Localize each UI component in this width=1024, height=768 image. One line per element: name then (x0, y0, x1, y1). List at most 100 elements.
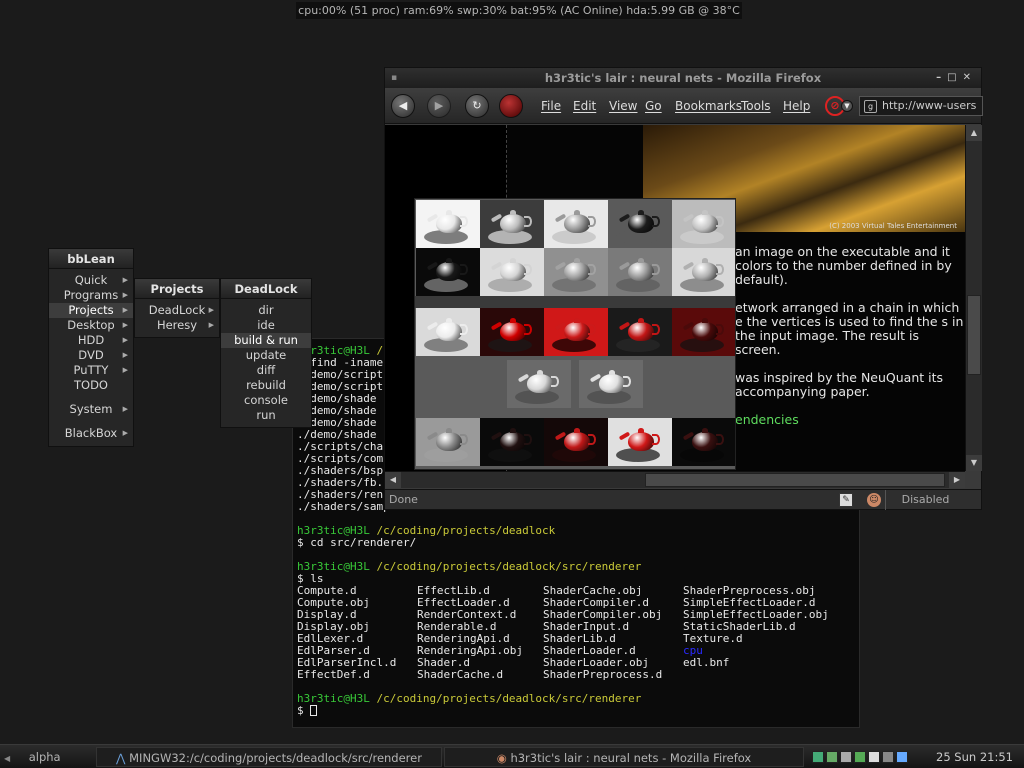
teapot-render (416, 248, 480, 296)
menu-item-label: TODO (74, 378, 108, 392)
menu-item-update[interactable]: update (221, 348, 311, 363)
tray-app-icon[interactable] (854, 751, 866, 763)
menu-item-blackbox[interactable]: BlackBox ▶ (49, 426, 133, 441)
window-title: h3r3tic's lair : neural nets - Mozilla F… (544, 71, 822, 85)
menu-item-todo[interactable]: TODO (49, 378, 133, 393)
workspace-label[interactable]: ◀ alpha (4, 747, 84, 767)
forward-icon[interactable]: ▶ (427, 94, 451, 118)
system-status-bar: cpu:00% (51 proc) ram:69% swp:30% bat:95… (296, 2, 742, 19)
horizontal-scrollbar[interactable]: ◀ ▶ (385, 471, 965, 488)
chevron-down-icon[interactable]: ▼ (841, 100, 853, 112)
menu-item-label: Projects (68, 303, 114, 317)
teapot-body (500, 262, 526, 281)
teapot-handle (652, 264, 660, 275)
scroll-up-icon[interactable]: ▲ (966, 125, 982, 141)
menu-item-label: console (244, 393, 288, 407)
menu-go[interactable]: Go (645, 88, 662, 124)
url-bar[interactable]: g http://www-users (859, 96, 983, 116)
teapot-render (480, 200, 544, 248)
menu-title: Projects (135, 279, 219, 299)
menu-item-dir[interactable]: dir (221, 303, 311, 318)
back-icon[interactable]: ◀ (391, 94, 415, 118)
minimize-icon[interactable]: – (936, 72, 947, 83)
menu-item-label: ide (257, 318, 275, 332)
tray-monitor-icon[interactable] (840, 751, 852, 763)
menu-item-diff[interactable]: diff (221, 363, 311, 378)
scroll-down-icon[interactable]: ▼ (966, 455, 982, 471)
reload-icon[interactable]: ↻ (465, 94, 489, 118)
teapot-render (480, 418, 544, 466)
menu-item-dvd[interactable]: DVD ▶ (49, 348, 133, 363)
scroll-thumb[interactable] (967, 295, 981, 375)
menu-item-label: PuTTY (73, 363, 109, 377)
chevron-left-icon[interactable]: ◀ (4, 754, 13, 763)
menu-item-desktop[interactable]: Desktop ▶ (49, 318, 133, 333)
menu-item-hdd[interactable]: HDD ▶ (49, 333, 133, 348)
firefox-titlebar[interactable]: ▪ h3r3tic's lair : neural nets - Mozilla… (385, 68, 981, 88)
menu-item-run[interactable]: run (221, 408, 311, 423)
tray-volume-icon[interactable] (882, 751, 894, 763)
teapot-lid (702, 428, 708, 433)
text-cursor[interactable] (310, 705, 318, 716)
menu-item-rebuild[interactable]: rebuild (221, 378, 311, 393)
tray-app-icon[interactable] (826, 751, 838, 763)
scroll-thumb[interactable] (645, 473, 945, 487)
menu-item-system[interactable]: System ▶ (49, 402, 133, 417)
menu-item-heresy[interactable]: Heresy ▶ (135, 318, 219, 333)
teapot-body (564, 214, 590, 233)
teapot-handle (460, 264, 468, 275)
taskbar-item-terminal[interactable]: ⋀ MINGW32:/c/coding/projects/deadlock/sr… (96, 747, 442, 767)
vertical-scrollbar[interactable]: ▲ ▼ (965, 125, 982, 471)
teapot-render (416, 200, 480, 248)
menu-item-putty[interactable]: PuTTY ▶ (49, 363, 133, 378)
dependencies-link[interactable]: endencies (735, 413, 965, 427)
window-menu-icon[interactable]: ▪ (391, 68, 397, 88)
teapot-body (692, 262, 718, 281)
teapot-body (500, 214, 526, 233)
projects-submenu[interactable]: Projects DeadLock ▶ Heresy ▶ (134, 278, 220, 338)
stop-icon[interactable] (499, 94, 523, 118)
menu-item-projects[interactable]: Projects ▶ (49, 303, 133, 318)
chevron-right-icon: ▶ (122, 276, 128, 284)
menu-item-deadlock[interactable]: DeadLock ▶ (135, 303, 219, 318)
teapot-handle (716, 216, 724, 227)
teapot-body (500, 322, 526, 341)
teapot-render (416, 418, 480, 466)
menu-edit[interactable]: Edit (573, 88, 596, 124)
teapot-body (599, 374, 625, 393)
menu-item-console[interactable]: console (221, 393, 311, 408)
close-icon[interactable]: ✕ (963, 72, 977, 83)
maximize-icon[interactable]: □ (947, 72, 962, 83)
teapot-handle (716, 264, 724, 275)
extension-icon[interactable]: ☺ (867, 493, 881, 507)
menu-item-programs[interactable]: Programs ▶ (49, 288, 133, 303)
bblean-root-menu[interactable]: bbLean Quick ▶ Programs ▶ Projects ▶ Desktop ▶ H… (48, 248, 134, 447)
command-line: $ cd src/renderer/ (297, 536, 417, 549)
menu-bookmarks[interactable]: Bookmarks (675, 88, 742, 124)
menu-help[interactable]: Help (783, 88, 810, 124)
article-text: an image on the executable and it colors… (735, 245, 965, 441)
menu-item-ide[interactable]: ide (221, 318, 311, 333)
teapot-body (692, 432, 718, 451)
tray-document-icon[interactable] (868, 751, 880, 763)
deadlock-submenu[interactable]: DeadLock dir ide build & run update diff rebu… (220, 278, 312, 428)
tray-app-icon[interactable] (896, 751, 908, 763)
edit-page-icon[interactable]: ✎ (839, 493, 853, 507)
teapot-render (544, 200, 608, 248)
teapot-lid (638, 258, 644, 263)
menu-file[interactable]: File (541, 88, 561, 124)
taskbar-item-firefox[interactable]: ◉ h3r3tic's lair : neural nets - Mozilla… (444, 747, 804, 767)
menu-item-quick[interactable]: Quick ▶ (49, 273, 133, 288)
menu-item-label: Quick (74, 273, 108, 287)
scroll-left-icon[interactable]: ◀ (385, 472, 401, 488)
menu-view[interactable]: View (609, 88, 637, 124)
menu-tools[interactable]: Tools (741, 88, 771, 124)
file-entry: ShaderPreprocess.d (543, 668, 663, 681)
prompt-path: /c/coding/projects/deadlock/src/renderer (376, 692, 642, 705)
scroll-right-icon[interactable]: ▶ (949, 472, 965, 488)
teapot-body (564, 262, 590, 281)
teapot-handle (524, 434, 532, 445)
menu-item-build-run[interactable]: build & run (221, 333, 311, 348)
teapot-lid (537, 370, 543, 375)
tray-network-icon[interactable] (812, 751, 824, 763)
